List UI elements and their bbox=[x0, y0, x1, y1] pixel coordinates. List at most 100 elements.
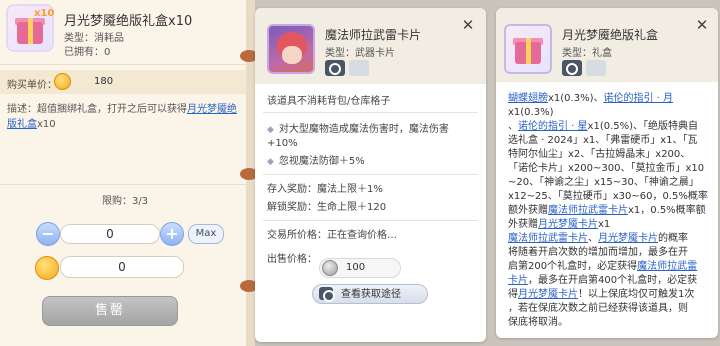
description-line: 蝴蝶翅膀x1(0.3%)、诺伦的指引 · 月 x1(0.3%) bbox=[508, 92, 712, 120]
unit-price-label: 购买单价： bbox=[7, 80, 57, 91]
unit-price-row: 购买单价： 180 bbox=[0, 70, 250, 94]
description-text: 额外获赠 bbox=[508, 205, 548, 216]
effect-line: +10% bbox=[267, 138, 298, 149]
unlock-reward: 解锁奖励：生命上限＋120 bbox=[267, 202, 387, 213]
item-header: x10 月光梦魇绝版礼盒x10 类型：消耗品 已拥有：0 bbox=[0, 0, 250, 64]
description-line: 「诺伦卡片」x200~300、「莫拉金币」x10 bbox=[508, 162, 712, 176]
gift-box-item-icon[interactable]: x10 bbox=[6, 4, 54, 52]
description-text: 启第200个礼盒时，必定获得 bbox=[508, 261, 638, 272]
card-type: 类型：武器卡片 bbox=[325, 48, 395, 59]
item-link[interactable]: 卡片 bbox=[508, 275, 528, 286]
view-source-label: 查看获取途径 bbox=[341, 289, 401, 300]
storage-notice: 该道具不消耗背包/仓库格子 bbox=[267, 96, 391, 107]
gift-box-icon bbox=[504, 24, 552, 74]
item-link[interactable]: 魔法师拉武雷卡片 bbox=[508, 233, 588, 244]
gift-ribbon-shape bbox=[526, 38, 531, 64]
item-link[interactable]: 蝴蝶翅膀 bbox=[508, 93, 548, 104]
gift-box-tooltip: 月光梦魇绝版礼盒 类型：礼盒 ✕ 蝴蝶翅膀x1(0.3%)、诺伦的指引 · 月x… bbox=[496, 8, 718, 338]
item-link[interactable]: 诺伦的指引 · 星 bbox=[518, 121, 588, 132]
description-line: ~20、「神谕之尘」x15~30、「神谕之晨」 bbox=[508, 176, 712, 190]
gift-box-tooltip-header: 月光梦魇绝版礼盒 类型：礼盒 ✕ bbox=[496, 8, 718, 82]
search-icon[interactable] bbox=[325, 60, 345, 76]
zeny-coin-icon bbox=[322, 260, 338, 276]
description-line: x12~25、「莫拉硬币」x30~60，0.5%概率 bbox=[508, 190, 712, 204]
max-quantity-button[interactable]: Max bbox=[188, 224, 224, 244]
description-line: 额外获赠魔法师拉武雷卡片x1，0.5%概率额 bbox=[508, 204, 712, 218]
item-link[interactable]: 魔法师拉武雷 bbox=[637, 261, 697, 272]
description-line: 得月光梦魇卡片！以上保底均仅可触发1次 bbox=[508, 288, 712, 302]
item-link[interactable]: 月光梦魇卡片 bbox=[538, 219, 598, 230]
purchase-limit: 限购：3/3 bbox=[101, 196, 149, 207]
description-line: ，若在保底次数之前已经获得该道具，则 bbox=[508, 302, 712, 316]
description-line: 魔法师拉武雷卡片、月光梦魇卡片的概率 bbox=[508, 232, 712, 246]
description-text: 外获赠 bbox=[508, 219, 538, 230]
description-text: ~20、「神谕之尘」x15~30、「神谕之晨」 bbox=[508, 177, 699, 188]
gift-ribbon-shape bbox=[28, 18, 33, 44]
description-text: 、 bbox=[588, 233, 598, 244]
deposit-reward: 存入奖励：魔法上限＋1% bbox=[267, 184, 383, 195]
divider bbox=[263, 220, 478, 221]
search-icon[interactable] bbox=[562, 60, 582, 76]
divider bbox=[263, 112, 478, 113]
market-price: 交易所价格：正在查询价格… bbox=[267, 230, 397, 241]
description-suffix: x10 bbox=[37, 119, 56, 130]
description-text: ，最多在开启第400个礼盒时，必定获 bbox=[528, 275, 698, 286]
purchase-panel: x10 月光梦魇绝版礼盒x10 类型：消耗品 已拥有：0 购买单价： 180 描… bbox=[0, 0, 250, 346]
description-line: 将随着开启次数的增加而增加，最多在开 bbox=[508, 246, 712, 260]
description-line: 外获赠月光梦魇卡片x1 bbox=[508, 218, 712, 232]
coin-icon bbox=[54, 73, 71, 90]
description-text: x1(0.3%)、 bbox=[548, 93, 604, 104]
view-source-button[interactable]: 查看获取途径 bbox=[312, 284, 428, 304]
description-text: 将随着开启次数的增加而增加，最多在开 bbox=[508, 247, 688, 258]
card-portrait bbox=[267, 24, 315, 74]
description-text: x1(0.5%)、「绝版特典自 bbox=[587, 121, 699, 132]
quantity-input[interactable]: 0 bbox=[60, 224, 160, 244]
close-icon[interactable]: ✕ bbox=[694, 18, 710, 34]
gift-type: 类型：礼盒 bbox=[562, 48, 612, 59]
description-text: 「诺伦卡片」x200~300、「莫拉金币」x10 bbox=[508, 163, 705, 174]
close-icon[interactable]: ✕ bbox=[460, 18, 476, 34]
item-link[interactable]: 月光梦魇卡片 bbox=[598, 233, 658, 244]
description-text: x12~25、「莫拉硬币」x30~60，0.5%概率 bbox=[508, 191, 708, 202]
owned-count: 已拥有：0 bbox=[64, 47, 111, 58]
item-link[interactable]: 魔法师拉武雷卡片 bbox=[548, 205, 628, 216]
description-text: 描述：超值捆绑礼盒，打开之后可以获得 bbox=[7, 104, 187, 115]
description-text: 、 bbox=[508, 121, 518, 132]
increase-quantity-button[interactable]: + bbox=[160, 222, 184, 246]
portrait-face bbox=[282, 46, 302, 64]
description-text: x1 bbox=[598, 219, 611, 230]
description-line: 卡片，最多在开启第400个礼盒时，必定获 bbox=[508, 274, 712, 288]
description-text: ，若在保底次数之前已经获得该道具，则 bbox=[508, 303, 688, 314]
item-link[interactable]: 诺伦的指引 · 月 bbox=[604, 93, 674, 104]
image-icon[interactable] bbox=[349, 60, 369, 76]
card-tooltip: 魔法师拉武雷卡片 类型：武器卡片 ✕ 该道具不消耗背包/仓库格子 ◆ 对大型魔物造… bbox=[255, 8, 486, 342]
bullet-icon: ◆ bbox=[267, 125, 274, 135]
sold-out-button[interactable]: 售罄 bbox=[42, 296, 178, 326]
effect-text: 对大型魔物造成魔法伤害时，魔法伤害 bbox=[278, 124, 449, 135]
sell-price-box: 100 bbox=[319, 258, 401, 278]
description-text: 选礼盒 · 2024」x1、「弗雷硬币」x1、「瓦 bbox=[508, 135, 698, 146]
description-line: 保底将取消。 bbox=[508, 316, 712, 330]
description-text: x1，0.5%概率额 bbox=[628, 205, 706, 216]
item-title: 月光梦魇绝版礼盒x10 bbox=[64, 14, 193, 29]
sell-price-label: 出售价格： bbox=[267, 254, 317, 265]
description-text: 特阿尔仙尘」x2、「古拉姆晶末」x200、 bbox=[508, 149, 691, 160]
unit-price-value: 180 bbox=[94, 76, 114, 87]
description-line: 、诺伦的指引 · 星x1(0.5%)、「绝版特典自 bbox=[508, 120, 712, 134]
gift-title: 月光梦魇绝版礼盒 bbox=[562, 28, 659, 42]
gift-contents-description: 蝴蝶翅膀x1(0.3%)、诺伦的指引 · 月x1(0.3%) 、诺伦的指引 · 星… bbox=[508, 92, 712, 330]
effect-text: 忽视魔法防御＋5% bbox=[278, 156, 365, 167]
image-icon[interactable] bbox=[586, 60, 606, 76]
card-tooltip-header: 魔法师拉武雷卡片 类型：武器卡片 ✕ bbox=[255, 8, 486, 84]
decrease-quantity-button[interactable]: − bbox=[36, 222, 60, 246]
item-description: 描述：超值捆绑礼盒，打开之后可以获得月光梦魇绝版礼盒x10 bbox=[7, 102, 243, 132]
sell-price-value: 100 bbox=[346, 262, 366, 273]
divider bbox=[0, 184, 250, 185]
description-text: x1(0.3%) bbox=[508, 107, 554, 118]
divider bbox=[263, 174, 478, 175]
item-type: 类型：消耗品 bbox=[64, 33, 124, 44]
quantity-badge: x10 bbox=[34, 8, 55, 19]
description-text: 保底将取消。 bbox=[508, 317, 568, 328]
item-link[interactable]: 月光梦魇卡片 bbox=[518, 289, 578, 300]
description-text: 的概率 bbox=[658, 233, 688, 244]
